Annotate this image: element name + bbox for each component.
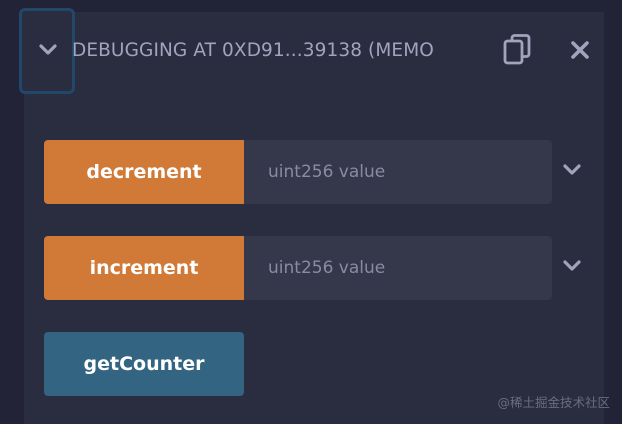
watermark-text: @稀土掘金技术社区 <box>497 395 610 410</box>
chevron-down-icon <box>563 164 581 175</box>
copy-address-button[interactable] <box>502 33 532 67</box>
contract-title: DEBUGGING AT 0XD91...39138 (MEMO <box>72 40 434 61</box>
close-icon <box>571 41 589 59</box>
increment-button[interactable]: increment <box>44 236 244 300</box>
decrement-input[interactable] <box>244 140 552 204</box>
chevron-down-icon <box>563 260 581 271</box>
chevron-down-icon <box>39 44 57 55</box>
function-row-increment: increment <box>44 236 552 300</box>
increment-expand-button[interactable] <box>560 254 584 278</box>
decrement-expand-button[interactable] <box>560 158 584 182</box>
collapse-button[interactable] <box>34 36 62 64</box>
decrement-button[interactable]: decrement <box>44 140 244 204</box>
increment-input[interactable] <box>244 236 552 300</box>
getcounter-button[interactable]: getCounter <box>44 332 244 396</box>
function-row-decrement: decrement <box>44 140 552 204</box>
copy-icon <box>503 34 531 65</box>
function-row-getcounter: getCounter <box>44 332 552 396</box>
close-button[interactable] <box>569 39 591 61</box>
